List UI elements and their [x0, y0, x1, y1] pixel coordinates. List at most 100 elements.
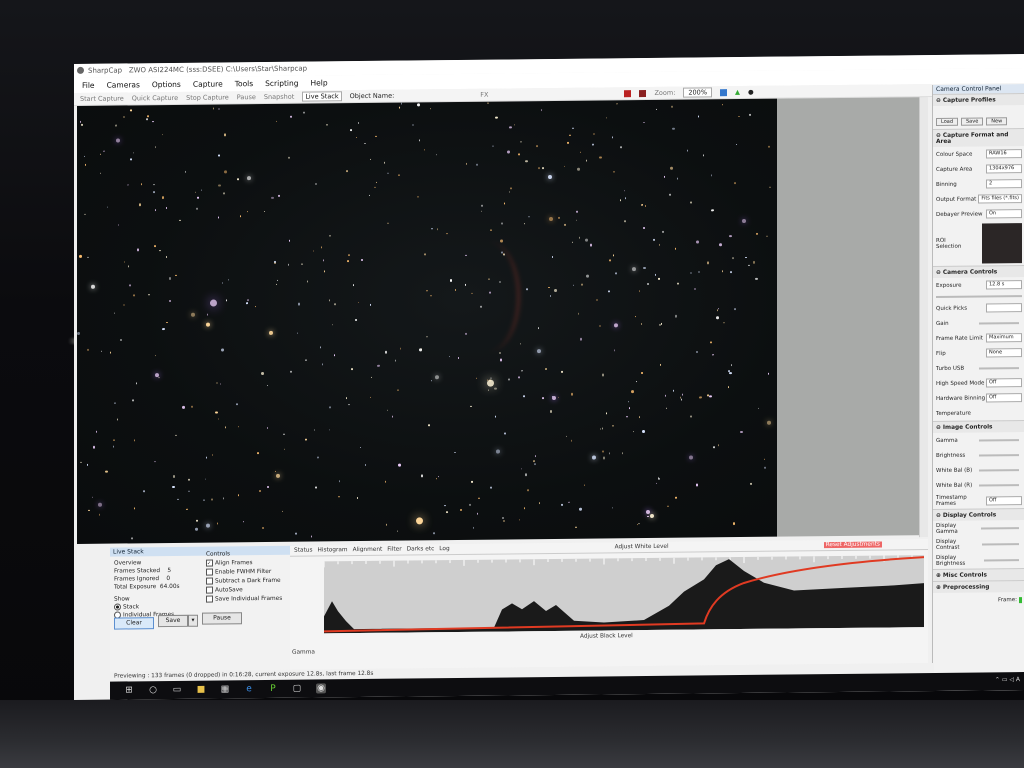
new-profile-button[interactable]: New — [986, 116, 1008, 125]
reset-adjustments-button[interactable]: Reset Adjustments — [823, 541, 882, 549]
pause-stack-button[interactable]: Pause — [202, 612, 242, 625]
display-contrast-slider[interactable] — [981, 543, 1019, 546]
clear-button[interactable]: Clear — [114, 617, 154, 630]
wb-b-slider[interactable] — [979, 468, 1019, 472]
edge-icon[interactable]: e — [244, 684, 254, 694]
save-individual-checkbox[interactable]: Save Individual Frames — [206, 595, 282, 605]
flip-select[interactable]: None — [986, 348, 1022, 358]
gamma-slider[interactable] — [979, 438, 1019, 442]
section-preprocessing[interactable]: ⊕ Preprocessing — [933, 580, 1024, 594]
star — [757, 407, 760, 410]
live-stack-button[interactable]: Live Stack — [302, 91, 342, 102]
gain-row: Gain — [933, 315, 1024, 331]
output-format-select[interactable]: Fits files (*.fits) — [978, 194, 1022, 204]
section-misc-controls[interactable]: ⊕ Misc Controls — [933, 568, 1024, 582]
histogram-plot[interactable] — [324, 555, 924, 634]
fx-button[interactable]: FX — [480, 91, 488, 99]
app-p-icon[interactable]: P — [268, 684, 278, 694]
save-dropdown-icon[interactable]: ▾ — [188, 614, 198, 627]
save-profile-button[interactable]: Save — [961, 116, 984, 126]
search-icon[interactable]: ○ — [148, 685, 158, 695]
color-icon[interactable] — [639, 89, 647, 97]
star — [154, 146, 157, 148]
option-label: Align Frames — [215, 560, 253, 567]
colour-space-select[interactable]: RAW16 — [986, 149, 1022, 159]
star — [563, 165, 565, 168]
high-speed-select[interactable]: Off — [986, 378, 1022, 388]
star — [316, 456, 320, 459]
section-capture-format[interactable]: ⊖ Capture Format and Area — [933, 128, 1024, 148]
viewer-scrollbar[interactable] — [919, 97, 928, 538]
display-brightness-slider[interactable] — [983, 559, 1019, 562]
menu-options[interactable]: Options — [152, 80, 181, 89]
menu-cameras[interactable]: Cameras — [107, 80, 140, 89]
star — [261, 372, 264, 375]
star — [221, 282, 224, 284]
system-tray[interactable]: ⌃ ▭ ◁ A — [995, 676, 1020, 683]
star — [480, 305, 482, 308]
binning-select[interactable]: 2 — [986, 179, 1022, 189]
menu-scripting[interactable]: Scripting — [265, 79, 298, 88]
start-capture-button[interactable]: Start Capture — [80, 94, 124, 102]
section-capture-profiles[interactable]: ⊖ Capture Profiles — [933, 93, 1024, 107]
star — [494, 387, 497, 390]
save-button[interactable]: Save — [158, 614, 188, 628]
exposure-field[interactable]: 12.8 s — [986, 280, 1022, 290]
menu-file[interactable]: File — [82, 81, 95, 90]
timestamp-select[interactable]: Off — [986, 495, 1022, 505]
section-camera-controls[interactable]: ⊖ Camera Controls — [933, 265, 1024, 279]
gain-slider[interactable] — [979, 321, 1019, 325]
menu-capture[interactable]: Capture — [193, 79, 223, 88]
tab-status[interactable]: Status — [294, 548, 312, 554]
store-icon[interactable]: ▦ — [220, 684, 230, 694]
star — [709, 394, 712, 398]
object-name-field[interactable] — [402, 95, 472, 96]
exposure-slider[interactable] — [936, 295, 1022, 298]
menu-tools[interactable]: Tools — [235, 79, 253, 88]
file-explorer-icon[interactable]: ■ — [196, 685, 206, 695]
quick-picks-select[interactable] — [986, 303, 1022, 313]
star — [326, 123, 328, 126]
quick-capture-button[interactable]: Quick Capture — [132, 94, 178, 102]
windows-start-icon[interactable]: ⊞ — [124, 685, 134, 695]
tab-histogram[interactable]: Histogram — [317, 547, 347, 553]
frame-rate-select[interactable]: Maximum — [986, 333, 1022, 343]
pause-button[interactable]: Pause — [237, 93, 256, 101]
star — [384, 350, 388, 354]
window-icon[interactable]: ▢ — [292, 684, 302, 694]
wb-r-slider[interactable] — [979, 483, 1019, 487]
histogram-icon[interactable]: ▲ — [735, 88, 740, 96]
star — [490, 229, 492, 232]
hw-binning-select[interactable]: Off — [986, 393, 1022, 403]
dropdown-icon[interactable] — [720, 88, 727, 96]
capture-area-select[interactable]: 1304x976 — [986, 164, 1022, 174]
load-profile-button[interactable]: Load — [936, 117, 958, 126]
sharpcap-taskbar-icon[interactable]: ◉ — [316, 683, 326, 694]
star — [721, 270, 724, 272]
section-image-controls[interactable]: ⊖ Image Controls — [933, 420, 1024, 434]
star — [710, 174, 713, 177]
roi-preview[interactable] — [982, 223, 1022, 264]
subtract-dark-checkbox[interactable]: Subtract a Dark Frame — [206, 577, 282, 587]
debayer-select[interactable]: On — [986, 209, 1022, 219]
section-display-controls[interactable]: ⊖ Display Controls — [933, 508, 1024, 522]
record-icon[interactable] — [624, 89, 632, 97]
star — [605, 412, 608, 415]
task-view-icon[interactable]: ▭ — [172, 685, 182, 695]
zoom-tool-icon[interactable]: ● — [748, 88, 754, 96]
tab-darks[interactable]: Darks etc — [407, 546, 435, 552]
menu-help[interactable]: Help — [311, 78, 328, 87]
snapshot-button[interactable]: Snapshot — [264, 93, 294, 101]
turbo-slider[interactable] — [979, 366, 1019, 370]
display-gamma-slider[interactable] — [980, 527, 1019, 530]
zoom-select[interactable]: 200% — [683, 87, 712, 98]
stop-capture-button[interactable]: Stop Capture — [186, 93, 229, 101]
brightness-slider[interactable] — [979, 453, 1019, 457]
tab-alignment[interactable]: Alignment — [353, 547, 383, 553]
field-label: Gamma — [936, 437, 958, 444]
tab-log[interactable]: Log — [439, 546, 449, 552]
controls-group: Controls Align Frames Enable FWHM Filter… — [206, 550, 282, 605]
star — [624, 197, 627, 199]
image-viewer[interactable] — [77, 98, 777, 544]
tab-filter[interactable]: Filter — [387, 547, 401, 553]
